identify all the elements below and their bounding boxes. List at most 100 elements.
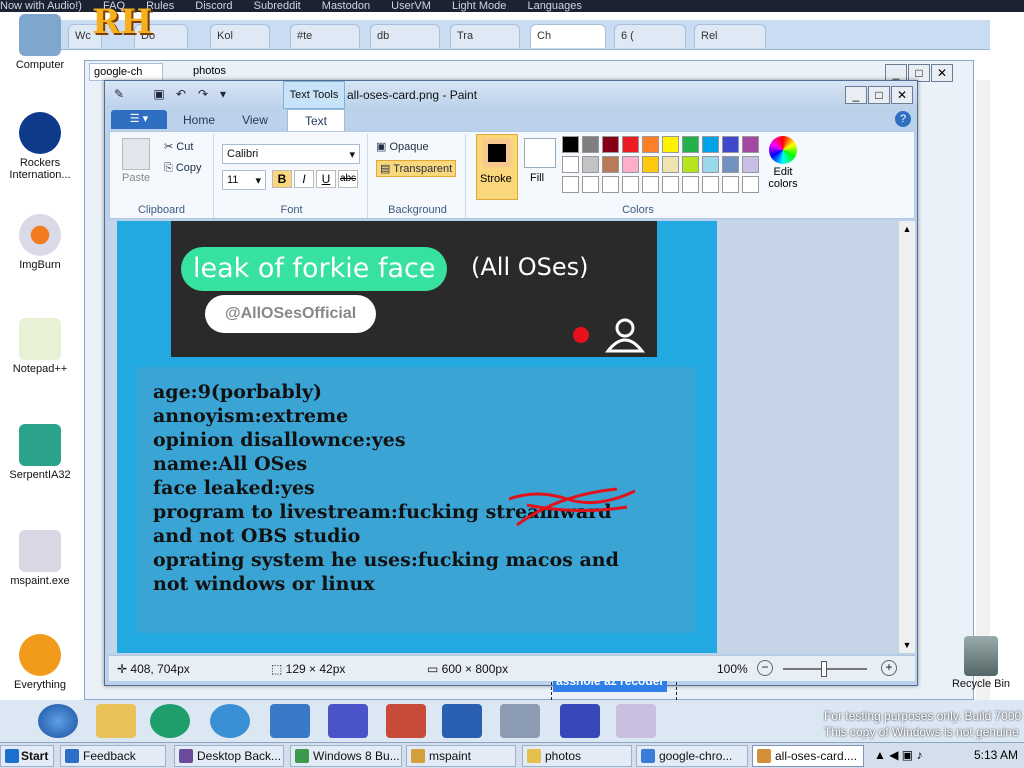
color-swatch[interactable] (642, 176, 659, 193)
browser-tab[interactable]: Tra (450, 24, 520, 48)
color-swatch[interactable] (562, 136, 579, 153)
color-swatch[interactable] (742, 176, 759, 193)
color-swatch[interactable] (642, 156, 659, 173)
desktop-icon-recycle-bin[interactable]: Recycle Bin (944, 636, 1018, 690)
stroke-button[interactable]: Stroke (476, 134, 518, 200)
color-swatch[interactable] (602, 176, 619, 193)
taskbar-item-active[interactable]: all-oses-card.... (752, 745, 864, 767)
color-swatch[interactable] (682, 156, 699, 173)
gear-icon[interactable] (328, 704, 368, 738)
tab-view[interactable]: View (227, 109, 283, 131)
taskbar-item[interactable]: Windows 8 Bu... (290, 745, 402, 767)
scroll-down-arrow-icon[interactable]: ▼ (899, 637, 915, 653)
desktop-icon-everything[interactable]: Everything (4, 634, 76, 691)
canvas-scrollbar[interactable]: ▲ ▼ (899, 221, 915, 653)
color-swatch[interactable] (562, 176, 579, 193)
tab-text[interactable]: Text (287, 109, 345, 131)
canvas-area[interactable]: leak of forkie face (All OSes) @AllOSesO… (109, 221, 915, 705)
zoom-slider-thumb[interactable] (821, 661, 827, 677)
browser-tab[interactable]: 6 ( (614, 24, 686, 48)
bg-tab[interactable]: photos (169, 63, 249, 81)
paste-button[interactable]: Paste (122, 172, 150, 184)
font-size-select[interactable]: 11 ▾ (222, 170, 266, 190)
color-swatch[interactable] (622, 156, 639, 173)
transparent-button[interactable]: ▤ Transparent (376, 160, 457, 177)
redo-icon[interactable]: ↷ (195, 87, 211, 101)
usb-icon[interactable] (270, 704, 310, 738)
file-menu-button[interactable]: ☰ ▾ (111, 110, 167, 129)
color-swatch[interactable] (582, 176, 599, 193)
desktop-icon-imgburn[interactable]: ImgBurn (4, 214, 76, 271)
close-button[interactable]: ✕ (891, 86, 913, 104)
color-swatch[interactable] (702, 176, 719, 193)
taskbar-item[interactable]: photos (522, 745, 632, 767)
browser-tab[interactable]: #te (290, 24, 360, 48)
tray-icons[interactable]: ▲ ◀ ▣ ♪ (874, 748, 922, 762)
color-swatch[interactable] (602, 136, 619, 153)
maximize-button[interactable]: □ (868, 86, 890, 104)
network-icon[interactable] (500, 704, 540, 738)
spider-icon[interactable] (386, 704, 426, 738)
color-swatch[interactable] (722, 176, 739, 193)
menu-item[interactable]: Mastodon (322, 0, 370, 12)
help-icon[interactable]: ? (895, 111, 911, 127)
browser-scrollbar[interactable] (976, 80, 990, 700)
browser-tab[interactable]: db (370, 24, 440, 48)
globe-icon[interactable] (210, 704, 250, 738)
menu-item[interactable]: Subreddit (254, 0, 301, 12)
color-swatch[interactable] (642, 136, 659, 153)
folder-icon[interactable] (96, 704, 136, 738)
paint-icon[interactable] (616, 704, 656, 738)
chevron-down-icon[interactable]: ▾ (215, 87, 231, 101)
menu-item[interactable]: UserVM (391, 0, 431, 12)
browser-tab-active[interactable]: Ch (530, 24, 606, 48)
tab-home[interactable]: Home (171, 109, 227, 131)
infinity-icon[interactable] (560, 704, 600, 738)
bg-tab[interactable]: google-ch (89, 63, 163, 81)
color-swatch[interactable] (682, 176, 699, 193)
bold-button[interactable]: B (272, 170, 292, 188)
italic-button[interactable]: I (294, 170, 314, 188)
zoom-in-button[interactable]: + (881, 660, 897, 676)
menu-item[interactable]: Languages (527, 0, 581, 12)
color-swatch[interactable] (742, 156, 759, 173)
color-swatch[interactable] (722, 156, 739, 173)
opaque-button[interactable]: ▣ Opaque (376, 140, 429, 153)
color-swatch[interactable] (742, 136, 759, 153)
browser-tab[interactable]: Kol (210, 24, 270, 48)
minimize-button[interactable]: _ (845, 86, 867, 104)
desktop-icon-rockers[interactable]: Rockers Internation... (4, 112, 76, 181)
color-swatch[interactable] (582, 136, 599, 153)
copy-button[interactable]: ⎘ Copy (164, 162, 202, 175)
color-swatch[interactable] (662, 136, 679, 153)
image-canvas[interactable]: leak of forkie face (All OSes) @AllOSesO… (117, 221, 717, 705)
desktop-icon-serpent[interactable]: SerpentIA32 (4, 424, 76, 481)
windows-orb-icon[interactable] (38, 704, 78, 738)
browser-tab[interactable]: Rel (694, 24, 766, 48)
cut-button[interactable]: ✂ Cut (164, 140, 193, 153)
color-swatch[interactable] (622, 176, 639, 193)
menu-item[interactable]: Light Mode (452, 0, 506, 12)
paint-app-icon[interactable]: ✎ (111, 87, 127, 101)
save-icon[interactable]: ▣ (151, 87, 167, 101)
color-swatch[interactable] (682, 136, 699, 153)
color-swatch[interactable] (662, 176, 679, 193)
scroll-up-arrow-icon[interactable]: ▲ (899, 221, 915, 237)
taskbar-item[interactable]: Desktop Back... (174, 745, 284, 767)
edge-icon[interactable] (150, 704, 190, 738)
color-swatch[interactable] (662, 156, 679, 173)
color-swatch[interactable] (602, 156, 619, 173)
start-button[interactable]: Start (0, 745, 54, 767)
underline-button[interactable]: U (316, 170, 336, 188)
fill-button[interactable]: Fill (522, 134, 558, 200)
zoom-out-button[interactable]: − (757, 660, 773, 676)
font-family-select[interactable]: Calibri ▾ (222, 144, 360, 164)
taskbar-item[interactable]: Feedback (60, 745, 166, 767)
menu-item[interactable]: Now with Audio!) (0, 0, 82, 12)
edit-colors-button[interactable]: Edit colors (762, 136, 804, 200)
taskbar-item[interactable]: google-chro... (636, 745, 748, 767)
menu-item[interactable]: Discord (195, 0, 232, 12)
close-button[interactable]: ✕ (931, 64, 953, 82)
color-swatch[interactable] (582, 156, 599, 173)
taskbar-item[interactable]: mspaint (406, 745, 516, 767)
